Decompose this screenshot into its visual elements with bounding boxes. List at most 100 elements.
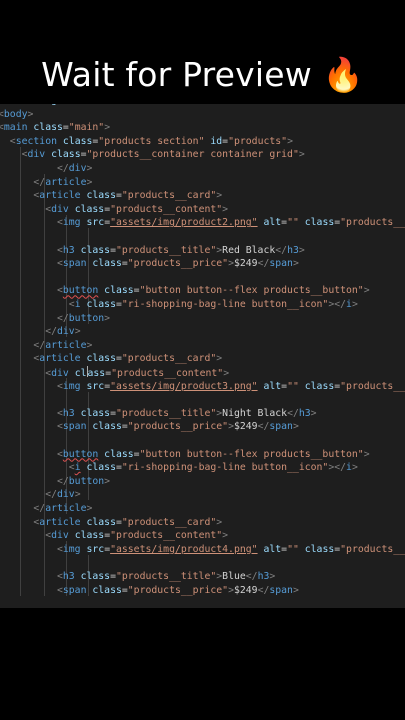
code-token: button	[68, 312, 105, 324]
code-line[interactable]: <button class="button button--flex produ…	[0, 284, 370, 297]
code-token: div	[27, 149, 46, 161]
code-line[interactable]: <h3 class="products__title">Red Black</h…	[0, 244, 305, 257]
code-token: </	[257, 584, 270, 596]
bottom-black-area	[0, 608, 405, 720]
code-token: button	[68, 475, 105, 487]
code-token: main	[3, 122, 28, 134]
code-token: alt	[257, 217, 282, 229]
code-token: "products__price"	[127, 258, 229, 270]
code-token: section	[15, 135, 57, 147]
code-line[interactable]: <img src="assets/img/product4.png" alt="…	[0, 543, 405, 556]
code-token: $249	[233, 258, 258, 270]
code-editor[interactable]: <html lang="en"><body><main class="main"…	[0, 104, 405, 608]
code-line[interactable]: </div>	[0, 488, 81, 501]
code-token: Red Black	[222, 244, 276, 256]
code-line[interactable]: <i class="ri-shopping-bag-line button__i…	[0, 461, 358, 474]
code-line[interactable]: <article class="products__card">	[0, 516, 222, 529]
code-line[interactable]: <h3 class="products__title">Night Black<…	[0, 407, 317, 420]
code-line[interactable]: <div class="products__content">	[0, 366, 229, 379]
code-line[interactable]: </button>	[0, 475, 110, 488]
code-token: >	[104, 122, 111, 134]
code-token: h3	[257, 571, 270, 582]
code-token: div	[68, 163, 87, 174]
code-token: Night Black	[222, 407, 288, 419]
code-line[interactable]: <main class="main">	[0, 121, 110, 134]
code-token: ""	[287, 217, 299, 229]
code-line[interactable]: </article>	[0, 176, 92, 189]
code-line[interactable]: <span class="products__price">$249</span…	[0, 257, 299, 270]
code-line[interactable]: </article>	[0, 502, 92, 515]
code-token: >	[27, 108, 34, 120]
code-token: >	[74, 489, 81, 501]
code-token: "products__card"	[121, 516, 217, 528]
code-token: lang	[28, 104, 57, 106]
code-line[interactable]: <span class="products__price">$249</span…	[0, 420, 299, 433]
code-token: >	[222, 530, 229, 542]
code-token: class	[68, 203, 105, 215]
code-token: class	[86, 584, 122, 596]
code-token: "products section"	[98, 135, 205, 147]
code-token: article	[39, 353, 81, 365]
code-token: "en"	[63, 104, 87, 106]
code-token: </	[33, 339, 46, 351]
code-line[interactable]: <article class="products__card">	[0, 189, 222, 202]
code-token: "main"	[68, 122, 105, 134]
code-token: "products__title"	[115, 244, 217, 256]
code-line[interactable]: </div>	[0, 325, 80, 338]
code-line[interactable]: <div class="products__container containe…	[0, 148, 305, 161]
code-line[interactable]: <section class="products section" id="pr…	[0, 135, 293, 148]
code-line[interactable]: </div>	[0, 162, 92, 175]
code-token: class	[80, 353, 116, 365]
title-text: Wait for Preview 🔥	[41, 55, 364, 95]
code-token: h3	[62, 407, 75, 419]
code-token: "products__content"	[110, 530, 223, 542]
code-token: div	[56, 489, 75, 501]
code-line[interactable]: <i class="ri-shopping-bag-line button__i…	[0, 298, 358, 311]
code-token: src	[80, 217, 105, 229]
code-token: >	[292, 584, 299, 596]
code-token: article	[39, 190, 81, 202]
code-token: article	[39, 516, 81, 528]
code-line[interactable]: </article>	[0, 339, 92, 352]
code-token: "assets/img/product4.png"	[110, 543, 258, 555]
code-token: "products__card"	[121, 190, 217, 202]
code-line[interactable]: <span class="products__price">$249</span…	[0, 584, 299, 597]
code-line[interactable]: <button class="button button--flex produ…	[0, 448, 370, 461]
code-line[interactable]: <html lang="en">	[0, 104, 92, 107]
code-token: div	[51, 368, 69, 379]
code-token: ></	[328, 462, 347, 474]
code-token: </	[45, 489, 57, 501]
code-line[interactable]: <h3 class="products__title">Blue</h3>	[0, 570, 275, 583]
code-token: "products__content"	[111, 368, 224, 379]
code-line[interactable]: <img src="assets/img/product2.png" alt="…	[0, 216, 405, 229]
code-token: "ri-shopping-bag-line button__icon"	[121, 299, 329, 310]
code-token: >	[104, 475, 111, 487]
code-token: src	[80, 543, 105, 555]
code-token: body	[3, 108, 28, 120]
code-token: h3	[298, 407, 311, 419]
code-token: ""	[287, 380, 299, 392]
code-line[interactable]: <body>	[0, 108, 33, 121]
code-line[interactable]: <img src="assets/img/product3.png" alt="…	[0, 380, 405, 393]
code-line[interactable]: <article class="products__card">	[0, 352, 222, 365]
code-token: "products__title"	[115, 571, 217, 582]
code-line[interactable]: <div class="products__content">	[0, 529, 228, 542]
code-token: >	[298, 149, 305, 161]
code-token: </	[245, 571, 258, 582]
code-token: >	[223, 368, 230, 379]
code-line[interactable]: </button>	[0, 312, 110, 325]
code-token: "products__content"	[110, 203, 223, 215]
code-line[interactable]: <div class="products__content">	[0, 203, 228, 216]
